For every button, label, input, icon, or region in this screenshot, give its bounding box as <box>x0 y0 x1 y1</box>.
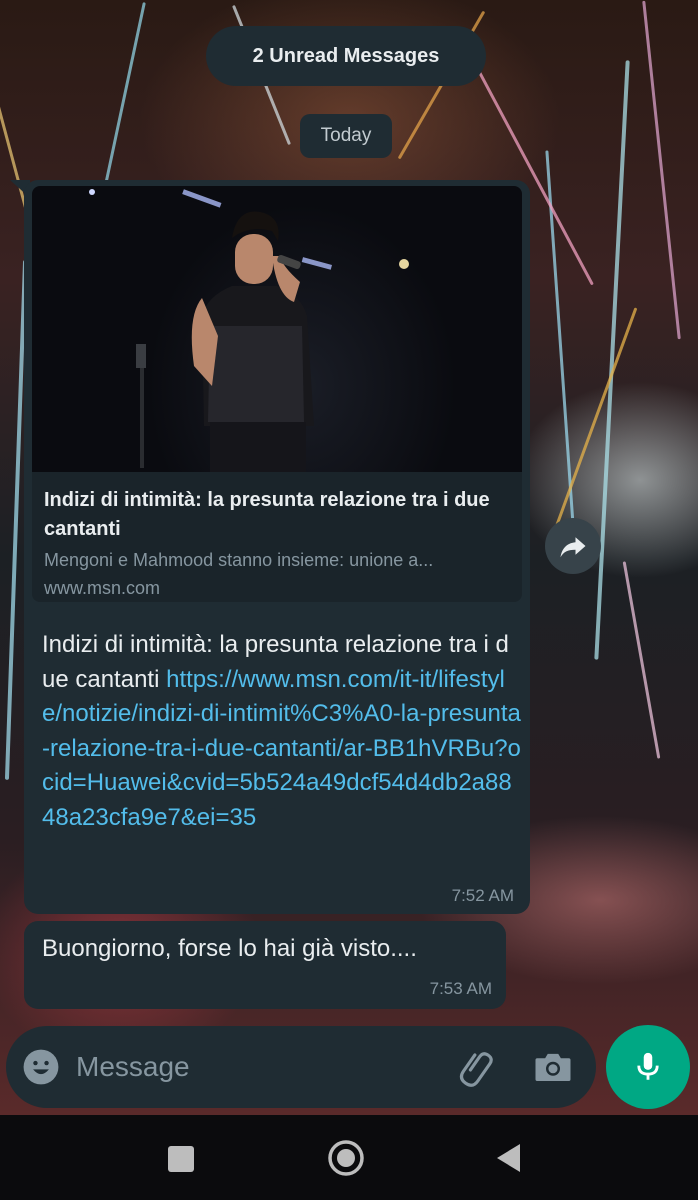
singer-photo <box>89 189 409 472</box>
emoji-button[interactable] <box>22 1048 60 1086</box>
message-input[interactable] <box>76 1044 436 1090</box>
attach-button[interactable] <box>456 1046 498 1088</box>
message-text: Buongiorno, forse lo hai già visto.... <box>42 935 417 962</box>
link-preview-image[interactable] <box>32 186 522 472</box>
system-navigation-bar <box>0 1115 698 1200</box>
link-preview-description: Mengoni e Mahmood stanno insieme: unione… <box>44 550 434 570</box>
incoming-message-link[interactable]: Indizi di intimità: la presunta relazion… <box>24 180 530 914</box>
message-composer[interactable] <box>6 1026 596 1108</box>
message-timestamp: 7:53 AM <box>429 979 492 998</box>
forward-button[interactable] <box>545 518 601 574</box>
home-circle-icon[interactable] <box>326 1138 366 1178</box>
link-preview-title: Indizi di intimità: la presunta relazion… <box>44 489 490 540</box>
voice-message-button[interactable] <box>606 1025 690 1109</box>
camera-button[interactable] <box>532 1046 574 1088</box>
camera-icon <box>535 1053 571 1081</box>
message-body: Indizi di intimità: la presunta relazion… <box>42 628 522 835</box>
message-timestamp: 7:52 AM <box>451 886 514 905</box>
emoji-icon <box>23 1049 59 1085</box>
link-preview-domain: www.msn.com <box>44 578 161 598</box>
date-divider: Today <box>300 114 392 158</box>
forward-icon <box>560 537 586 558</box>
back-triangle-icon[interactable] <box>494 1142 524 1174</box>
paperclip-icon <box>459 1052 493 1087</box>
microphone-icon <box>637 1052 659 1080</box>
unread-messages-banner: 2 Unread Messages <box>206 26 486 86</box>
recents-square-icon[interactable] <box>168 1146 194 1172</box>
link-preview-card[interactable]: Indizi di intimità: la presunta relazion… <box>32 472 522 602</box>
incoming-message[interactable]: Buongiorno, forse lo hai già visto.... 7… <box>24 921 506 1009</box>
